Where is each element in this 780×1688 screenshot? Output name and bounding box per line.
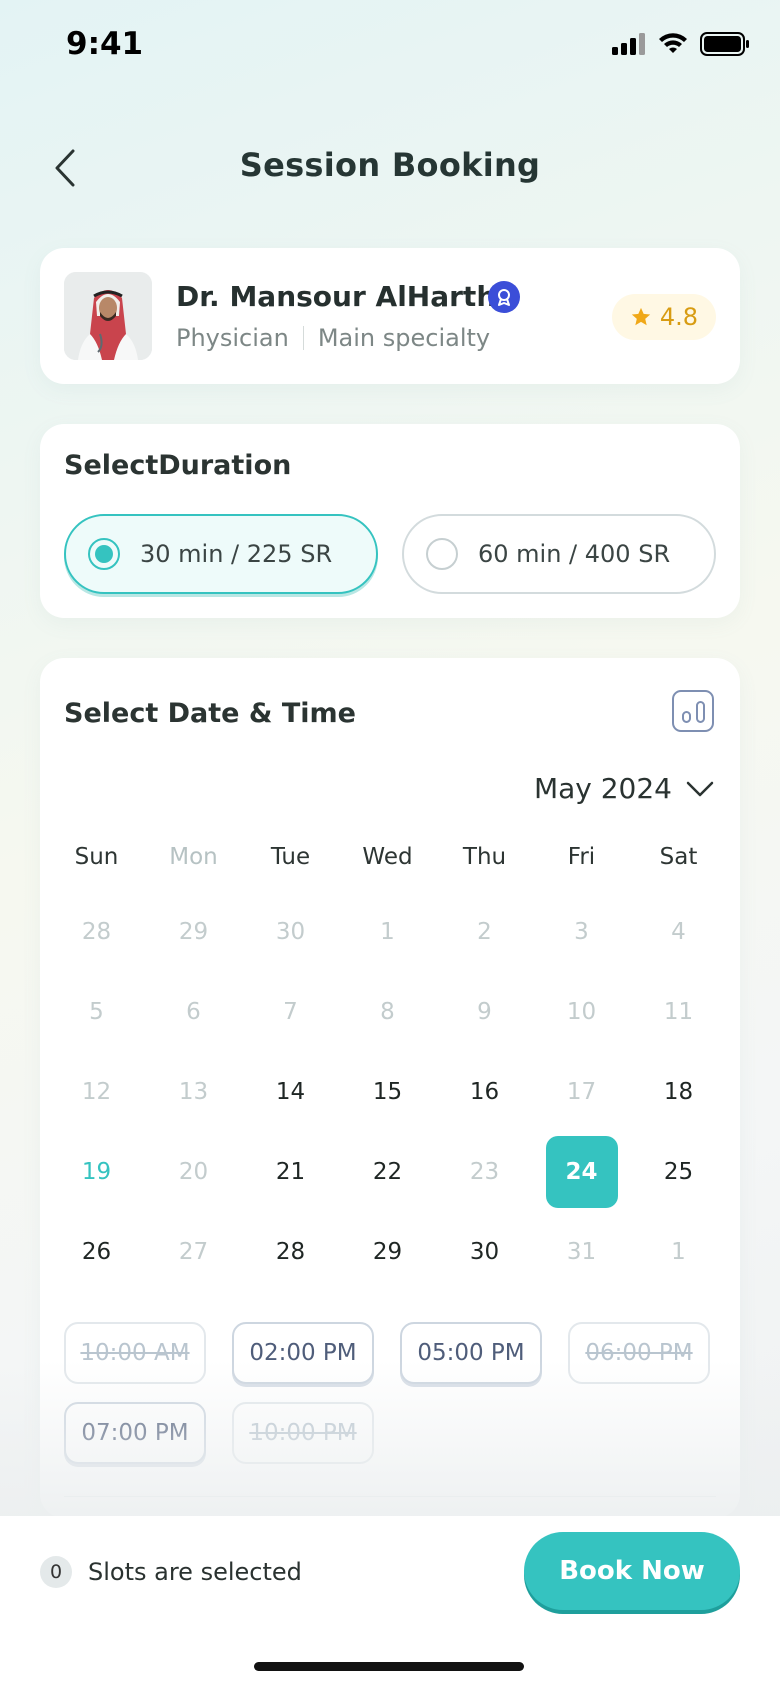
calendar-day[interactable]: 25 bbox=[630, 1136, 727, 1208]
time-slot-disabled: 10:00 AM bbox=[64, 1322, 206, 1384]
calendar-day[interactable]: 22 bbox=[339, 1136, 436, 1208]
calendar-day-selected[interactable]: 24 bbox=[533, 1136, 630, 1208]
book-now-button[interactable]: Book Now bbox=[524, 1532, 740, 1610]
calendar-week: 28 29 30 1 2 3 4 bbox=[48, 892, 732, 972]
time-slot-disabled: 06:00 PM bbox=[568, 1322, 710, 1384]
month-label: May 2024 bbox=[533, 772, 672, 805]
calendar-day[interactable]: 16 bbox=[436, 1056, 533, 1128]
weekday-label: Mon bbox=[169, 844, 218, 870]
calendar-day: 20 bbox=[178, 1159, 209, 1185]
doctor-role: Physician bbox=[176, 324, 289, 352]
weekday-label: Wed bbox=[362, 844, 413, 870]
duration-option-label: 30 min / 225 SR bbox=[140, 540, 333, 568]
rating-value: 4.8 bbox=[659, 303, 698, 331]
wifi-icon bbox=[659, 33, 687, 53]
month-selector[interactable]: May 2024 bbox=[534, 772, 714, 805]
calendar-day: 12 bbox=[81, 1079, 112, 1105]
weekday-label: Fri bbox=[567, 844, 596, 870]
duration-option-30[interactable]: 30 min / 225 SR bbox=[64, 514, 378, 594]
calendar-day: 5 bbox=[89, 999, 104, 1025]
time-slot-disabled: 10:00 PM bbox=[232, 1402, 374, 1464]
cellular-signal-icon bbox=[612, 33, 645, 55]
page-title: Session Booking bbox=[239, 146, 541, 184]
calendar-day: 3 bbox=[574, 919, 589, 945]
calendar-day[interactable]: 14 bbox=[242, 1056, 339, 1128]
weekday-label: Thu bbox=[462, 844, 507, 870]
duration-title: SelectDuration bbox=[64, 450, 292, 481]
selected-count-badge: 0 bbox=[40, 1556, 72, 1588]
calendar-day[interactable]: 18 bbox=[630, 1056, 727, 1128]
date-time-card: Select Date & Time May 2024 Sun Mon Tue … bbox=[40, 658, 740, 1518]
calendar-day: 6 bbox=[186, 999, 201, 1025]
calendar-day-today[interactable]: 19 bbox=[48, 1136, 145, 1208]
status-icons bbox=[612, 32, 750, 56]
time-slot[interactable]: 07:00 PM bbox=[64, 1402, 206, 1464]
date-time-title: Select Date & Time bbox=[64, 698, 356, 729]
radio-empty-icon bbox=[426, 538, 458, 570]
calendar-day: 2 bbox=[477, 919, 492, 945]
verified-badge-icon bbox=[488, 281, 520, 313]
calendar-day: 4 bbox=[671, 919, 686, 945]
card-divider bbox=[64, 1496, 716, 1497]
calendar-day[interactable]: 26 bbox=[48, 1216, 145, 1288]
calendar-week: 26 27 28 29 30 31 1 bbox=[48, 1212, 732, 1292]
calendar-day[interactable]: 15 bbox=[339, 1056, 436, 1128]
doctor-name: Dr. Mansour AlHarthi bbox=[176, 280, 506, 313]
chevron-down-icon bbox=[686, 781, 714, 796]
calendar-day[interactable]: 28 bbox=[242, 1216, 339, 1288]
calendar-day: 17 bbox=[566, 1079, 597, 1105]
calendar-view-icon[interactable] bbox=[672, 690, 714, 732]
calendar-day[interactable]: 30 bbox=[436, 1216, 533, 1288]
star-icon bbox=[631, 307, 650, 326]
status-bar: 9:41 bbox=[0, 0, 780, 96]
doctor-specialty: Main specialty bbox=[317, 324, 491, 352]
calendar-day: 9 bbox=[477, 999, 492, 1025]
weekday-header: Sun Mon Tue Wed Thu Fri Sat bbox=[40, 844, 740, 870]
calendar-day: 10 bbox=[566, 999, 597, 1025]
duration-option-60[interactable]: 60 min / 400 SR bbox=[402, 514, 716, 594]
radio-selected-icon bbox=[88, 538, 120, 570]
time-slot[interactable]: 05:00 PM bbox=[400, 1322, 542, 1384]
calendar-day: 8 bbox=[380, 999, 395, 1025]
calendar-day: 13 bbox=[178, 1079, 209, 1105]
calendar-day: 11 bbox=[663, 999, 694, 1025]
weekday-label: Sun bbox=[74, 844, 119, 870]
calendar-day: 31 bbox=[566, 1239, 597, 1265]
divider bbox=[302, 326, 304, 350]
rating-badge: 4.8 bbox=[611, 294, 716, 340]
calendar-day: 28 bbox=[81, 919, 112, 945]
doctor-avatar bbox=[64, 272, 152, 360]
doctor-card: Dr. Mansour AlHarthi Physician Main spec… bbox=[40, 248, 740, 384]
calendar-day: 7 bbox=[283, 999, 298, 1025]
calendar-week: 5 6 7 8 9 10 11 bbox=[48, 972, 732, 1052]
duration-card: SelectDuration 30 min / 225 SR 60 min / … bbox=[40, 424, 740, 618]
calendar-week: 12 13 14 15 16 17 18 bbox=[48, 1052, 732, 1132]
weekday-label: Sat bbox=[659, 844, 698, 870]
calendar-week: 19 20 21 22 23 24 25 bbox=[48, 1132, 732, 1212]
time-slot[interactable]: 02:00 PM bbox=[232, 1322, 374, 1384]
calendar-grid: 28 29 30 1 2 3 4 5 6 7 8 9 10 11 12 13 1… bbox=[40, 892, 740, 1292]
status-time: 9:41 bbox=[66, 26, 144, 62]
nav-bar: Session Booking bbox=[0, 130, 780, 206]
calendar-day: 27 bbox=[178, 1239, 209, 1265]
calendar-day: 1 bbox=[671, 1239, 686, 1265]
calendar-day: 29 bbox=[178, 919, 209, 945]
battery-icon bbox=[700, 32, 749, 56]
duration-option-label: 60 min / 400 SR bbox=[478, 540, 671, 568]
calendar-day[interactable]: 29 bbox=[339, 1216, 436, 1288]
calendar-day: 30 bbox=[275, 919, 306, 945]
selected-day-label: 24 bbox=[545, 1136, 618, 1208]
calendar-day: 23 bbox=[469, 1159, 500, 1185]
selected-slots-label: Slots are selected bbox=[88, 1558, 302, 1586]
bottom-bar: 0 Slots are selected Book Now bbox=[0, 1516, 780, 1688]
calendar-day[interactable]: 21 bbox=[242, 1136, 339, 1208]
calendar-day: 1 bbox=[380, 919, 395, 945]
doctor-subtitle: Physician Main specialty bbox=[176, 324, 490, 352]
home-indicator bbox=[254, 1662, 524, 1671]
weekday-label: Tue bbox=[270, 844, 311, 870]
